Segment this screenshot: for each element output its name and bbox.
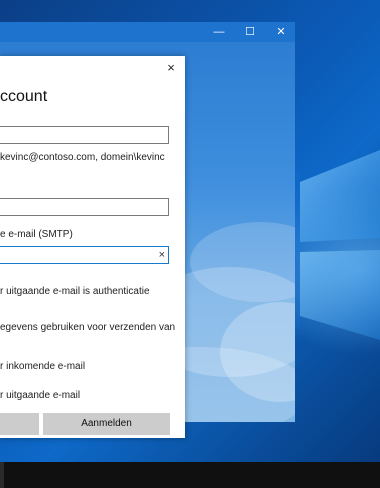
username-hint: kevinc@contoso.com, domein\kevinc (0, 152, 165, 163)
smtp-server-input[interactable]: × (0, 246, 169, 264)
option-same-credentials[interactable]: egevens gebruiken voor verzenden van (0, 322, 175, 333)
dialog-close-button[interactable]: × (163, 60, 179, 76)
cancel-button[interactable] (0, 413, 39, 435)
clear-input-icon[interactable]: × (159, 247, 165, 263)
password-field[interactable] (0, 198, 169, 216)
signin-button[interactable]: Aanmelden (43, 413, 170, 435)
start-button-edge[interactable] (0, 462, 4, 488)
dialog-title: ccount (0, 88, 48, 105)
taskbar (0, 462, 380, 488)
smtp-server-label: e e-mail (SMTP) (0, 229, 73, 240)
option-outgoing-ssl[interactable]: r uitgaande e-mail (0, 390, 80, 401)
username-field[interactable] (0, 126, 169, 144)
option-incoming-ssl[interactable]: r inkomende e-mail (0, 361, 85, 372)
account-dialog: × ccount kevinc@contoso.com, domein\kevi… (0, 56, 185, 438)
option-outgoing-auth[interactable]: r uitgaande e-mail is authenticatie (0, 286, 150, 297)
